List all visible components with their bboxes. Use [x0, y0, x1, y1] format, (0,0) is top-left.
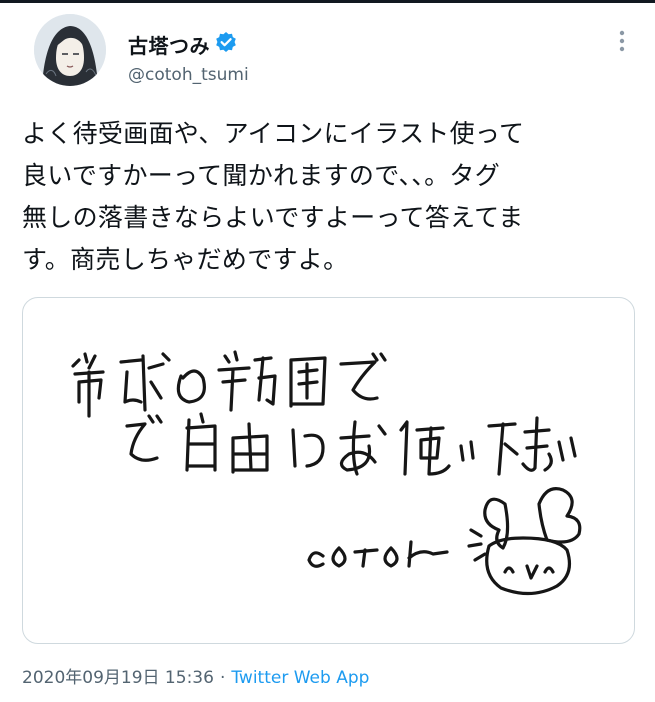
source-app-link[interactable]: Twitter Web App: [231, 668, 369, 688]
handle[interactable]: @cotoh_tsumi: [128, 65, 249, 85]
meta-separator: ·: [219, 668, 226, 688]
timestamp[interactable]: 2020年09月19日 15:36: [22, 668, 214, 688]
tweet-text: よく待受画面や、アイコンにイラスト使って 良いですかーって聞かれますので、、。タ…: [22, 119, 525, 274]
display-name[interactable]: 古塔つみ: [128, 30, 210, 59]
verified-badge-icon: [215, 31, 237, 53]
tweet-image[interactable]: [22, 297, 635, 644]
more-vertical-icon[interactable]: [610, 28, 634, 54]
avatar[interactable]: [34, 14, 106, 86]
tweet-meta: 2020年09月19日 15:36 · Twitter Web App: [22, 663, 369, 688]
tweet-card: 古塔つみ @cotoh_tsumi よく待受画面や、アイコンにイラスト使って 良…: [0, 0, 655, 702]
